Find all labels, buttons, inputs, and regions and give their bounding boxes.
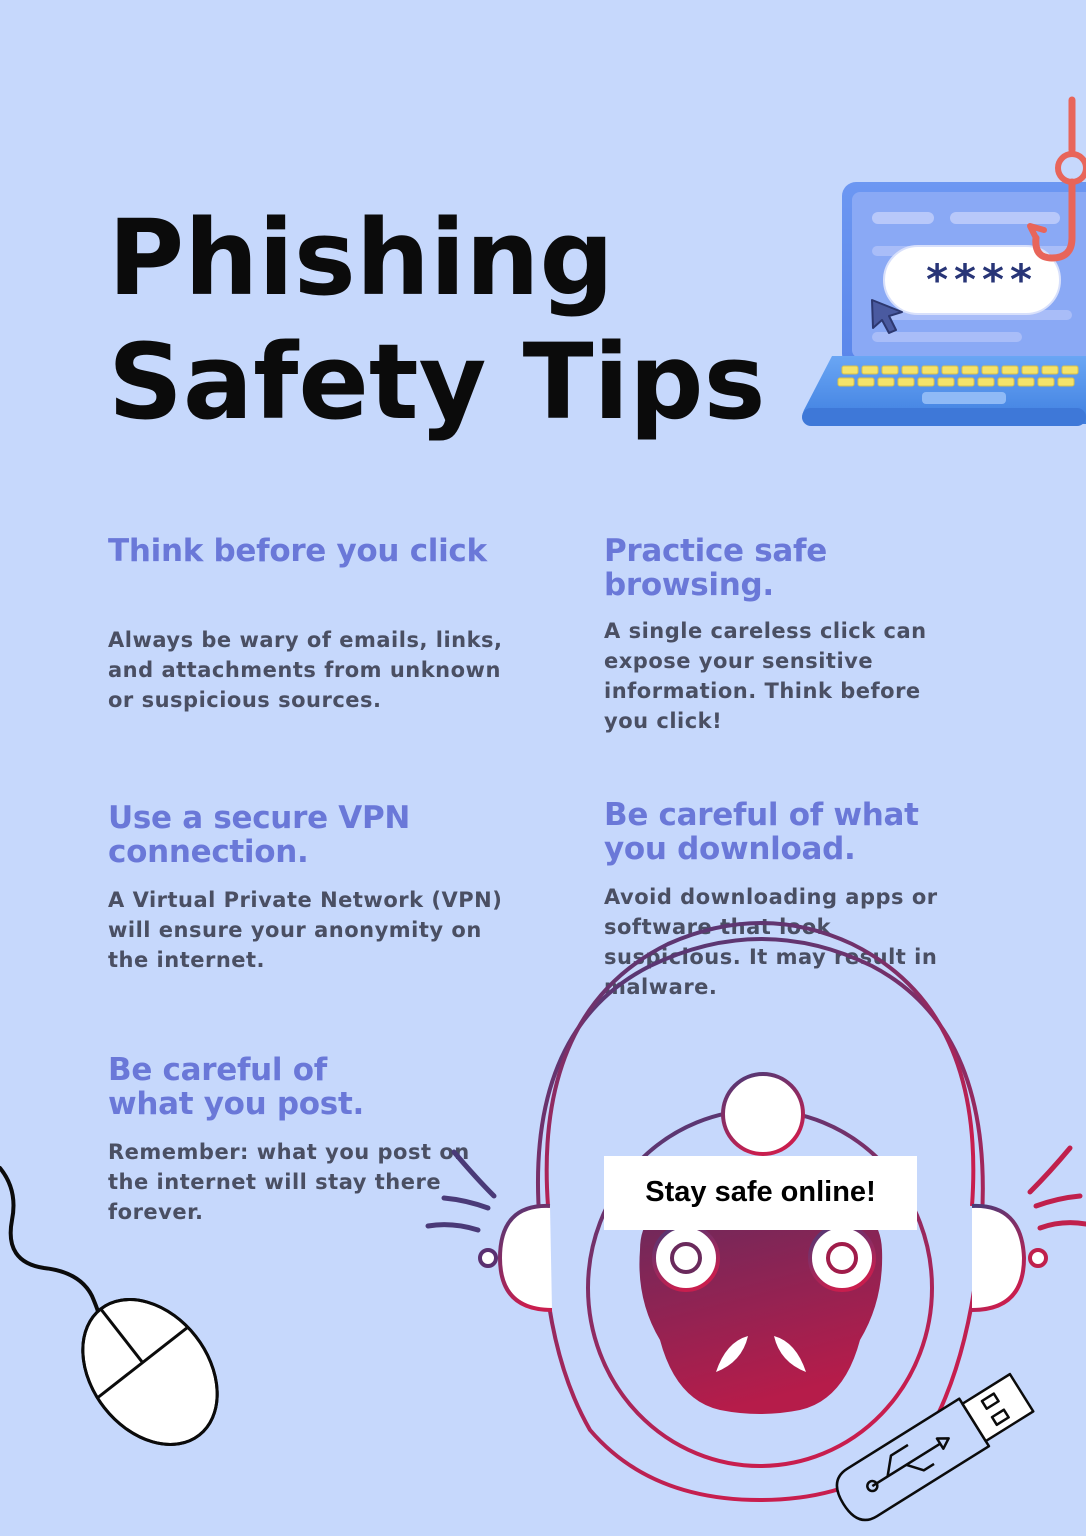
- tip-think-before-click: Think before you click Always be wary of…: [108, 534, 548, 715]
- tip-secure-vpn: Use a secure VPN connection. A Virtual P…: [108, 801, 548, 975]
- tip-body: A Virtual Private Network (VPN) will ens…: [108, 888, 503, 972]
- callout-text: Stay safe online!: [645, 1176, 876, 1208]
- tip-safe-browsing: Practice safe browsing. A single careles…: [604, 534, 1044, 736]
- title-line-2: Safety Tips: [108, 321, 766, 443]
- title-line-1: Phishing: [108, 197, 614, 319]
- page-title: Phishing Safety Tips: [108, 196, 766, 444]
- tip-body: Always be wary of emails, links, and att…: [108, 628, 503, 712]
- tip-heading: Be careful of what you post.: [108, 1052, 364, 1122]
- tip-body: A single careless click can expose your …: [604, 619, 927, 733]
- tip-body: Remember: what you post on the internet …: [108, 1140, 470, 1224]
- tip-body: Avoid downloading apps or software that …: [604, 885, 938, 999]
- tip-heading: Be careful of what you download.: [604, 797, 919, 867]
- tip-heading: Practice safe browsing.: [604, 533, 827, 603]
- poster: **** Phishing Safety Tips Think before y…: [0, 0, 1086, 1536]
- password-mask: ****: [926, 255, 1038, 304]
- tip-heading: Use a secure VPN connection.: [108, 800, 411, 870]
- tip-careful-download: Be careful of what you download. Avoid d…: [604, 798, 1044, 1002]
- tip-careful-post: Be careful of what you post. Remember: w…: [108, 1053, 548, 1227]
- tip-heading: Think before you click: [108, 533, 487, 569]
